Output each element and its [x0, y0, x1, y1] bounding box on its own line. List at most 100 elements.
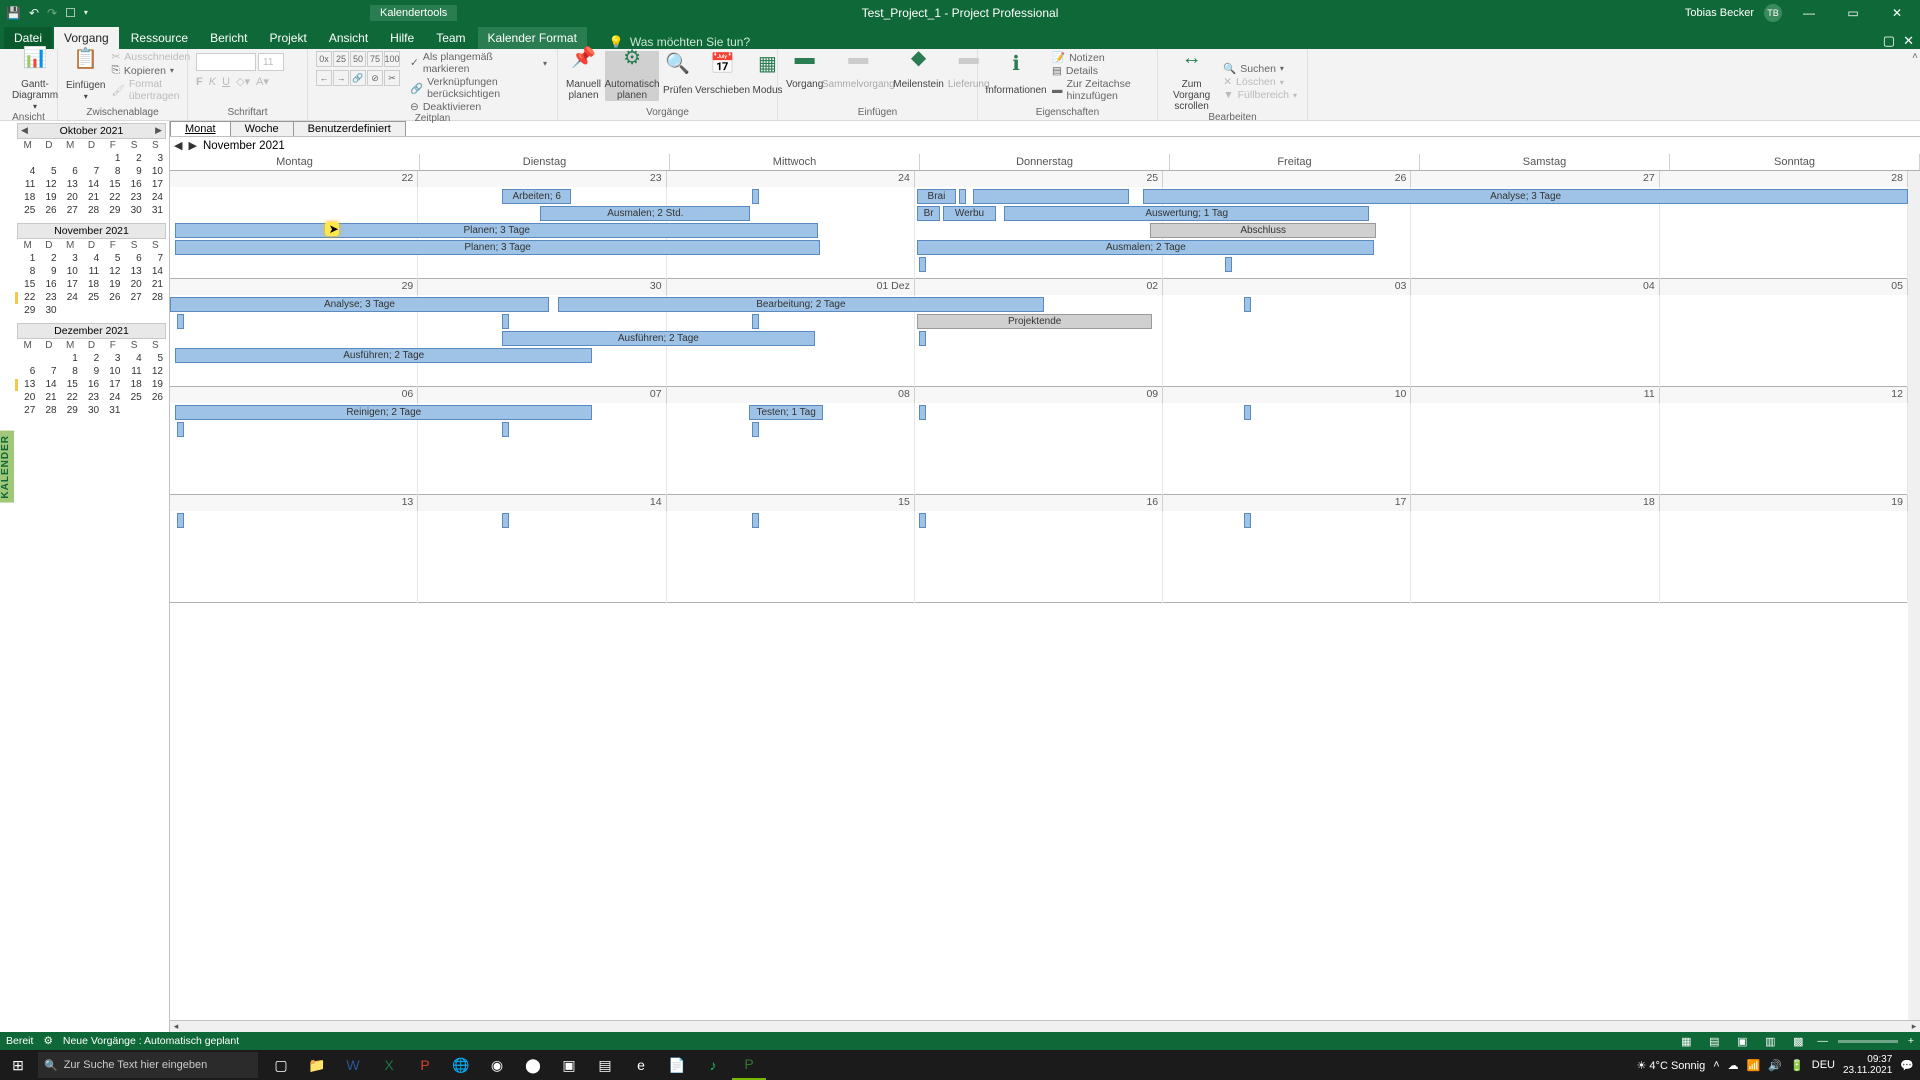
minical-day[interactable]: 19 [38, 191, 59, 204]
minical-day[interactable]: 7 [145, 252, 166, 265]
minical-prev[interactable]: ◀ [21, 125, 28, 136]
minical-day[interactable]: 7 [81, 165, 102, 178]
scroll-to-task-button[interactable]: ↔Zum Vorgang scrollen [1166, 51, 1217, 112]
date-cell[interactable]: 13 [170, 495, 418, 511]
date-cell[interactable]: 22 [170, 171, 418, 187]
minical-day[interactable]: 26 [38, 204, 59, 217]
tray-chevron-icon[interactable]: ˄ [1713, 1059, 1719, 1071]
minical-day[interactable]: 18 [17, 191, 38, 204]
task-bar[interactable]: Werbu [943, 206, 995, 221]
date-cell[interactable]: 17 [1163, 495, 1411, 511]
minical-next[interactable]: ▶ [155, 125, 162, 136]
task-bar[interactable]: Auswertung; 1 Tag [1004, 206, 1369, 221]
task-bar[interactable]: Ausmalen; 2 Tage [917, 240, 1374, 255]
date-cell[interactable]: 29 [170, 279, 418, 295]
minical-day[interactable]: 8 [17, 265, 38, 278]
minical-day[interactable]: 13 [17, 378, 38, 391]
date-cell[interactable]: 06 [170, 387, 418, 403]
respect-links-button[interactable]: 🔗Verknüpfungen berücksichtigen [408, 76, 549, 100]
minical-day[interactable]: 31 [102, 404, 123, 417]
task-bar[interactable] [919, 405, 926, 420]
view-network-icon[interactable]: ▣ [1733, 1035, 1751, 1048]
task-bar[interactable] [1244, 513, 1251, 528]
tab-bericht[interactable]: Bericht [200, 27, 257, 49]
minical-day[interactable]: 20 [123, 278, 144, 291]
weather-widget[interactable]: ☀ 4°C Sonnig [1637, 1059, 1706, 1072]
notepad-icon[interactable]: 📄 [660, 1050, 694, 1080]
tray-clock[interactable]: 09:3723.11.2021 [1843, 1054, 1892, 1076]
date-cell[interactable]: 19 [1660, 495, 1908, 511]
minical-day[interactable]: 15 [102, 178, 123, 191]
task-bar[interactable]: Ausführen; 2 Tage [175, 348, 592, 363]
minical-day[interactable]: 18 [81, 278, 102, 291]
scroll-up-button[interactable]: ▴ [1909, 171, 1919, 181]
fill-color-button[interactable]: ◇▾ [236, 75, 250, 88]
minical-day[interactable]: 1 [102, 152, 123, 165]
add-to-timeline-button[interactable]: ▬Zur Zeitachse hinzufügen [1050, 78, 1149, 102]
milestone-button[interactable]: ◆Meilenstein [893, 51, 944, 90]
pct-100-button[interactable]: 100 [384, 51, 400, 67]
minical-day[interactable]: 26 [145, 391, 166, 404]
minical-day[interactable]: 24 [145, 191, 166, 204]
minical-day[interactable]: 9 [38, 265, 59, 278]
task-bar[interactable]: Testen; 1 Tag [749, 405, 824, 420]
date-cell[interactable]: 02 [915, 279, 1163, 295]
task-bar[interactable]: Ausmalen; 2 Std. [540, 206, 750, 221]
minical-day[interactable]: 3 [145, 152, 166, 165]
minical-day[interactable]: 19 [145, 378, 166, 391]
minical-day[interactable]: 14 [81, 178, 102, 191]
date-cell[interactable]: 15 [667, 495, 915, 511]
minical-day[interactable]: 12 [102, 265, 123, 278]
minical-day[interactable]: 26 [102, 291, 123, 304]
minical-day[interactable]: 31 [145, 204, 166, 217]
task-bar[interactable]: Arbeiten; 6 [502, 189, 572, 204]
task-bar[interactable]: Planen; 3 Tage [175, 240, 820, 255]
auto-schedule-button[interactable]: ⚙Automatisch planen [605, 51, 659, 101]
undo-icon[interactable]: ↶ [29, 6, 39, 20]
task-bar[interactable]: Abschluss [1150, 223, 1376, 238]
minical-day[interactable]: 16 [38, 278, 59, 291]
format-painter-button[interactable]: 🖌Format übertragen [109, 78, 192, 102]
minical-day[interactable]: 24 [60, 291, 81, 304]
minical-day[interactable]: 23 [81, 391, 102, 404]
task-bar[interactable]: Reinigen; 2 Tage [175, 405, 592, 420]
minical-day[interactable]: 23 [38, 291, 59, 304]
view-calendar-icon[interactable]: ▥ [1761, 1035, 1779, 1048]
minical-day[interactable] [81, 152, 102, 165]
task-bar[interactable] [502, 422, 509, 437]
project-icon[interactable]: P [732, 1050, 766, 1080]
task-bar[interactable] [973, 189, 1129, 204]
minical-day[interactable]: 21 [81, 191, 102, 204]
date-cell[interactable]: 24 [667, 171, 915, 187]
spotify-icon[interactable]: ♪ [696, 1050, 730, 1080]
tab-projekt[interactable]: Projekt [259, 27, 316, 49]
close-button[interactable]: ✕ [1880, 6, 1914, 20]
task-view-icon[interactable]: ▢ [264, 1050, 298, 1080]
minical-day[interactable]: 8 [60, 365, 81, 378]
taskbar-search[interactable]: 🔍 Zur Suche Text hier eingeben [38, 1052, 258, 1078]
minical-day[interactable]: 30 [123, 204, 144, 217]
date-cell[interactable]: 12 [1660, 387, 1908, 403]
minical-day[interactable]: 12 [145, 365, 166, 378]
task-bar[interactable] [1244, 405, 1251, 420]
view-custom-button[interactable]: Benutzerdefiniert [293, 121, 406, 136]
close-window-icon[interactable]: ✕ [1903, 33, 1914, 49]
minical-day[interactable]: 22 [60, 391, 81, 404]
minical-day[interactable]: 4 [81, 252, 102, 265]
view-month-button[interactable]: Monat [170, 121, 231, 136]
mini-calendar[interactable]: November 2021MDMDFSS12345678910111213141… [17, 223, 166, 317]
minical-day[interactable]: 17 [145, 178, 166, 191]
task-bar[interactable]: Planen; 3 Tage [175, 223, 818, 238]
user-avatar[interactable]: TB [1764, 4, 1782, 22]
minical-day[interactable] [123, 404, 144, 417]
minical-day[interactable]: 11 [17, 178, 38, 191]
scroll-down-button[interactable]: ▾ [1909, 1010, 1919, 1020]
app-icon-2[interactable]: ▤ [588, 1050, 622, 1080]
minical-day[interactable]: 7 [38, 365, 59, 378]
minical-day[interactable] [145, 304, 166, 317]
task-bar[interactable]: Brai [917, 189, 955, 204]
task-bar[interactable] [1225, 257, 1232, 272]
minical-day[interactable]: 25 [17, 204, 38, 217]
zoom-out-button[interactable]: — [1817, 1035, 1828, 1047]
chrome-icon[interactable]: ◉ [480, 1050, 514, 1080]
